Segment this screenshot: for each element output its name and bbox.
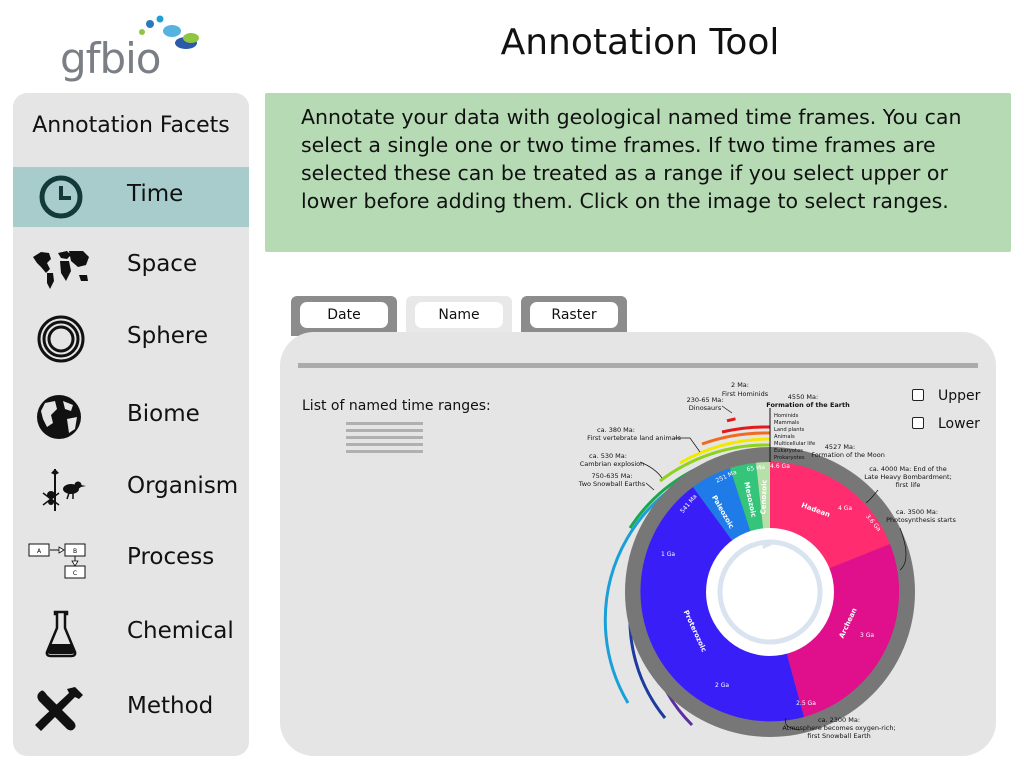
clock-icon [39, 175, 83, 219]
tab-date-button[interactable]: Date [300, 302, 388, 328]
tools-icon [35, 687, 83, 731]
sidebar-item-label: Method [127, 693, 214, 719]
sidebar-item-label: Biome [127, 401, 200, 427]
annotation-moon-1: 4527 Ma: [825, 443, 855, 451]
annotation-hominids-1: 2 Ma: [731, 381, 749, 389]
globe-icon [37, 395, 81, 439]
panel-divider [298, 363, 978, 368]
annotation-dinosaurs-1: 230-65 Ma: [687, 396, 724, 404]
list-title: List of named time ranges: [302, 398, 491, 414]
tab-name-button[interactable]: Name [415, 302, 503, 328]
annotation-oxygen-1: ca. 2300 Ma: [818, 716, 860, 724]
sidebar-item-biome[interactable]: Biome [13, 387, 249, 447]
tab-date[interactable]: Date [291, 296, 397, 336]
marker-item: Land plants [774, 427, 805, 433]
sidebar: Annotation Facets Time Space Sphere Biom… [13, 93, 249, 756]
flask-icon [45, 610, 77, 658]
leader-dinosaurs [721, 405, 733, 414]
page-title: Annotation Tool [500, 22, 780, 63]
sidebar-item-label: Sphere [127, 323, 209, 349]
sidebar-item-label: Organism [127, 473, 239, 499]
ring-label: 4.6 Ga [770, 463, 790, 470]
organism-icon [42, 469, 86, 511]
sidebar-item-method[interactable]: Method [13, 679, 249, 739]
annotation-bombardment-3: first life [896, 481, 921, 489]
list-placeholder-line [346, 429, 423, 432]
ring-label: 1 Ga [661, 551, 675, 558]
annotation-cambrian-2: Cambrian explosion [580, 460, 645, 468]
arc-dinosaurs[interactable] [721, 425, 771, 434]
sidebar-item-label: Space [127, 251, 198, 277]
sidebar-item-chemical[interactable]: Chemical [13, 604, 249, 664]
process-label-b: B [73, 548, 77, 555]
annotation-dinosaurs-2: Dinosaurs [689, 404, 722, 412]
annotation-bombardment-1: ca. 4000 Ma: End of the [869, 465, 947, 473]
sidebar-item-label: Chemical [127, 618, 234, 644]
arc-hominids[interactable] [726, 417, 736, 423]
marker-item: Mammals [774, 420, 799, 426]
clock-center [706, 528, 834, 656]
annotation-snowball-2: Two Snowball Earths [578, 480, 646, 488]
tab-raster-button[interactable]: Raster [530, 302, 618, 328]
annotation-vertebrate-1: ca. 380 Ma: [597, 426, 635, 434]
sidebar-item-process[interactable]: A B C Process [13, 530, 249, 590]
ring-label: 4 Ga [838, 505, 852, 512]
world-map-icon [33, 251, 89, 289]
list-placeholder-line [346, 422, 423, 425]
info-text: Annotate your data with geological named… [301, 105, 962, 213]
process-label-c: C [73, 570, 77, 577]
concentric-circles-icon [37, 315, 85, 363]
list-placeholder-line [346, 436, 423, 439]
marker-item: Eukaryotes [774, 448, 803, 454]
ring-label: 3 Ga [860, 632, 874, 639]
ring-label: 2 Ga [715, 682, 729, 689]
annotation-photosynthesis-1: ca. 3500 Ma: [896, 508, 938, 516]
marker-item: Prokaryotes [774, 455, 805, 461]
leader-snowball [645, 482, 655, 491]
marker-item: Animals [774, 434, 795, 440]
annotation-oxygen-2: Atmosphere becomes oxygen-rich; [782, 724, 895, 732]
annotation-moon-2: Formation of the Moon [811, 451, 885, 459]
annotation-bombardment-2: Late Heavy Bombardment; [864, 473, 952, 481]
process-flow-icon: A B C [28, 543, 86, 579]
sidebar-item-organism[interactable]: Organism [13, 459, 249, 519]
info-banner: Annotate your data with geological named… [265, 93, 1011, 252]
sidebar-item-time[interactable]: Time [13, 167, 249, 227]
ring-label: 2.5 Ga [796, 700, 816, 707]
annotation-snowball-1: 750-635 Ma: [591, 472, 632, 480]
annotation-vertebrate-2: First vertebrate land animals [587, 434, 681, 442]
tab-raster[interactable]: Raster [521, 296, 627, 336]
marker-item: Hominids [774, 413, 799, 419]
gfbio-logo: gfbio [60, 10, 210, 83]
list-placeholder-line [346, 450, 423, 453]
annotation-earth-1: 4550 Ma: [788, 393, 818, 401]
annotation-oxygen-3: first Snowball Earth [807, 732, 871, 740]
sidebar-title: Annotation Facets [32, 113, 230, 138]
annotation-photosynthesis-2: Photosynthesis starts [886, 516, 956, 524]
annotation-hominids-2: First Hominids [722, 390, 769, 398]
eon-label-cenozoic: Cenozoic [759, 479, 768, 514]
tab-name[interactable]: Name [406, 296, 512, 336]
annotation-cambrian-1: ca. 530 Ma: [589, 452, 627, 460]
marker-item: Multicellular life [774, 441, 815, 447]
geologic-clock-image[interactable]: Hadean Archean Proterozoic Paleozoic Mes… [570, 378, 990, 746]
sidebar-item-sphere[interactable]: Sphere [13, 309, 249, 369]
sidebar-item-label: Process [127, 544, 215, 570]
sidebar-item-space[interactable]: Space [13, 237, 249, 297]
annotation-earth-2: Formation of the Earth [766, 401, 850, 409]
sidebar-item-label: Time [127, 181, 184, 207]
logo-text: gfbio [60, 34, 161, 83]
list-placeholder-line [346, 443, 423, 446]
